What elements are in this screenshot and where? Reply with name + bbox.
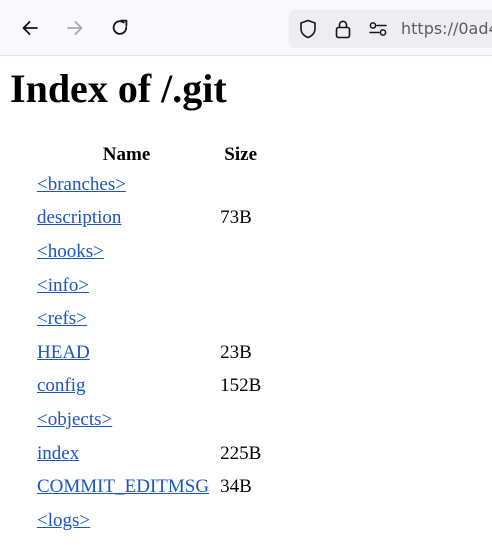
file-link[interactable]: <refs> [37, 308, 87, 329]
reload-button[interactable] [104, 12, 136, 44]
lock-icon[interactable] [333, 19, 353, 39]
file-link[interactable]: <objects> [37, 409, 112, 430]
file-size-cell [219, 235, 262, 269]
file-name-cell: description [36, 202, 217, 236]
column-header-size: Size [224, 144, 258, 165]
table-row: <hooks> [36, 235, 262, 269]
table-row: <objects> [36, 403, 262, 437]
table-row: <info> [36, 269, 262, 303]
file-name-cell: HEAD [36, 336, 217, 370]
page-content: Index of /.git Name Size <branches> desc… [0, 56, 492, 558]
url-text[interactable]: https://0ad4 [401, 19, 492, 39]
file-size-cell [219, 504, 262, 538]
table-row: <branches> [36, 168, 262, 202]
column-header-name: Name [102, 144, 151, 165]
file-size-cell: 152B [220, 375, 262, 397]
file-link[interactable]: config [37, 375, 86, 396]
table-row: index 225B [36, 437, 262, 471]
table-row: COMMIT_EDITMSG 34B [36, 470, 262, 504]
file-link[interactable]: <info> [37, 275, 89, 296]
file-size-cell: 73B [220, 207, 252, 229]
file-name-cell: config [36, 370, 217, 404]
file-size-cell [219, 302, 262, 336]
file-size-cell [219, 168, 262, 202]
reload-icon [112, 19, 128, 35]
file-link[interactable]: <logs> [37, 510, 90, 531]
table-row: config 152B [36, 370, 262, 404]
forward-button[interactable] [59, 12, 91, 44]
table-header-row: Name Size [36, 142, 262, 168]
file-name-cell: COMMIT_EDITMSG [36, 470, 217, 504]
arrow-right-icon [67, 21, 83, 35]
file-name-cell: <logs> [36, 504, 217, 538]
file-link[interactable]: COMMIT_EDITMSG [37, 476, 209, 497]
file-name-cell: <hooks> [36, 235, 217, 269]
table-row: <logs> [36, 504, 262, 538]
shield-icon[interactable] [298, 19, 318, 39]
file-link[interactable]: <branches> [37, 174, 126, 195]
file-size-cell [219, 403, 262, 437]
table-row: HEAD 23B [36, 336, 262, 370]
file-size-cell: 34B [220, 476, 252, 498]
file-name-cell: <objects> [36, 403, 217, 437]
file-listing-table: Name Size <branches> description 73B <ho… [34, 142, 264, 538]
file-size-cell: 225B [220, 442, 262, 464]
permissions-icon[interactable] [368, 19, 388, 39]
browser-toolbar: https://0ad4 [0, 0, 492, 56]
table-row: <refs> [36, 302, 262, 336]
file-name-cell: <refs> [36, 302, 217, 336]
file-link[interactable]: index [37, 443, 79, 464]
page-title: Index of /.git [10, 66, 227, 111]
file-size-cell [219, 269, 262, 303]
file-link[interactable]: description [37, 207, 121, 228]
file-link[interactable]: <hooks> [37, 241, 104, 262]
arrow-left-icon [22, 21, 38, 35]
back-button[interactable] [14, 12, 46, 44]
file-size-cell: 23B [220, 341, 252, 363]
table-row: description 73B [36, 202, 262, 236]
file-name-cell: <info> [36, 269, 217, 303]
file-link[interactable]: HEAD [37, 342, 90, 363]
file-name-cell: <branches> [36, 168, 217, 202]
file-name-cell: index [36, 437, 217, 471]
url-bar[interactable]: https://0ad4 [289, 10, 492, 48]
